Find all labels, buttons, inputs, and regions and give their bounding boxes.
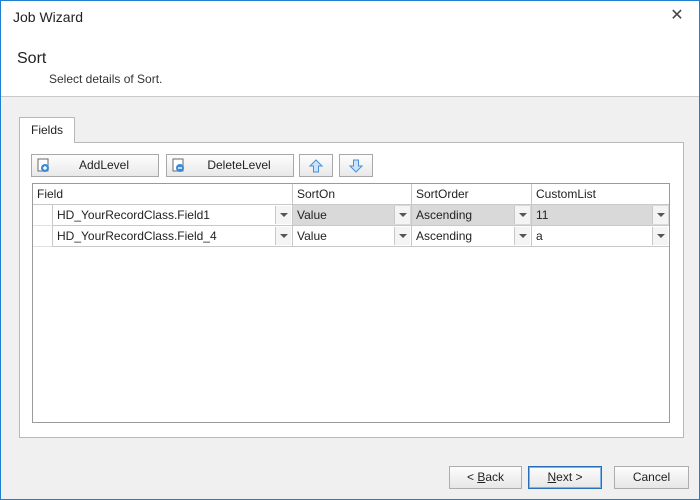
sortorder-value: Ascending	[416, 208, 473, 222]
grid-header: Field SortOn SortOrder CustomList	[33, 184, 669, 205]
sorton-value: Value	[297, 208, 327, 222]
chevron-down-icon[interactable]	[394, 206, 410, 224]
sorton-value: Value	[297, 229, 327, 243]
job-wizard-window: Job Wizard ✕ Sort Select details of Sort…	[0, 0, 700, 500]
chevron-down-icon[interactable]	[275, 227, 291, 245]
sortorder-value: Ascending	[416, 229, 473, 243]
arrow-down-icon	[348, 159, 364, 173]
delete-level-icon	[172, 158, 184, 172]
column-header-sortorder[interactable]: SortOrder	[412, 184, 532, 205]
customlist-cell[interactable]: 11	[532, 205, 669, 226]
chevron-down-icon[interactable]	[514, 206, 530, 224]
row-indicator[interactable]	[33, 205, 53, 226]
sort-levels-grid: Field SortOn SortOrder CustomList HD_You…	[32, 183, 670, 423]
wizard-header: Sort Select details of Sort.	[1, 32, 699, 97]
field-value: HD_YourRecordClass.Field1	[57, 208, 210, 222]
chevron-down-icon[interactable]	[394, 227, 410, 245]
title-bar: Job Wizard ✕	[1, 1, 699, 32]
add-level-icon	[37, 158, 49, 172]
arrow-up-icon	[308, 159, 324, 173]
page-title: Sort	[17, 50, 47, 67]
fields-tab-panel: AddLevel DeleteLevel Field SortOn SortOr…	[19, 142, 684, 438]
customlist-value: a	[536, 229, 543, 243]
window-title: Job Wizard	[13, 9, 84, 25]
sortorder-cell[interactable]: Ascending	[412, 205, 532, 226]
chevron-down-icon[interactable]	[652, 227, 668, 245]
sorton-cell[interactable]: Value	[293, 226, 412, 247]
chevron-down-icon[interactable]	[514, 227, 530, 245]
next-button[interactable]: Next >	[528, 466, 602, 489]
column-header-sorton[interactable]: SortOn	[293, 184, 412, 205]
move-down-button[interactable]	[339, 154, 373, 177]
close-icon[interactable]: ✕	[669, 7, 685, 25]
page-subtitle: Select details of Sort.	[49, 72, 163, 86]
row-indicator[interactable]	[33, 226, 53, 247]
sorton-cell[interactable]: Value	[293, 205, 412, 226]
tab-fields[interactable]: Fields	[19, 117, 75, 143]
field-cell[interactable]: HD_YourRecordClass.Field1	[53, 205, 293, 226]
cancel-button[interactable]: Cancel	[614, 466, 689, 489]
field-cell[interactable]: HD_YourRecordClass.Field_4	[53, 226, 293, 247]
field-value: HD_YourRecordClass.Field_4	[57, 229, 217, 243]
chevron-down-icon[interactable]	[275, 206, 291, 224]
delete-level-button[interactable]: DeleteLevel	[166, 154, 294, 177]
table-row[interactable]: HD_YourRecordClass.Field1 Value Ascendin…	[33, 205, 669, 226]
add-level-button[interactable]: AddLevel	[31, 154, 159, 177]
column-header-customlist[interactable]: CustomList	[532, 184, 669, 205]
customlist-value: 11	[536, 208, 549, 222]
customlist-cell[interactable]: a	[532, 226, 669, 247]
back-button[interactable]: < Back	[449, 466, 522, 489]
move-up-button[interactable]	[299, 154, 333, 177]
chevron-down-icon[interactable]	[652, 206, 668, 224]
sortorder-cell[interactable]: Ascending	[412, 226, 532, 247]
table-row[interactable]: HD_YourRecordClass.Field_4 Value Ascendi…	[33, 226, 669, 247]
column-header-field[interactable]: Field	[33, 184, 293, 205]
